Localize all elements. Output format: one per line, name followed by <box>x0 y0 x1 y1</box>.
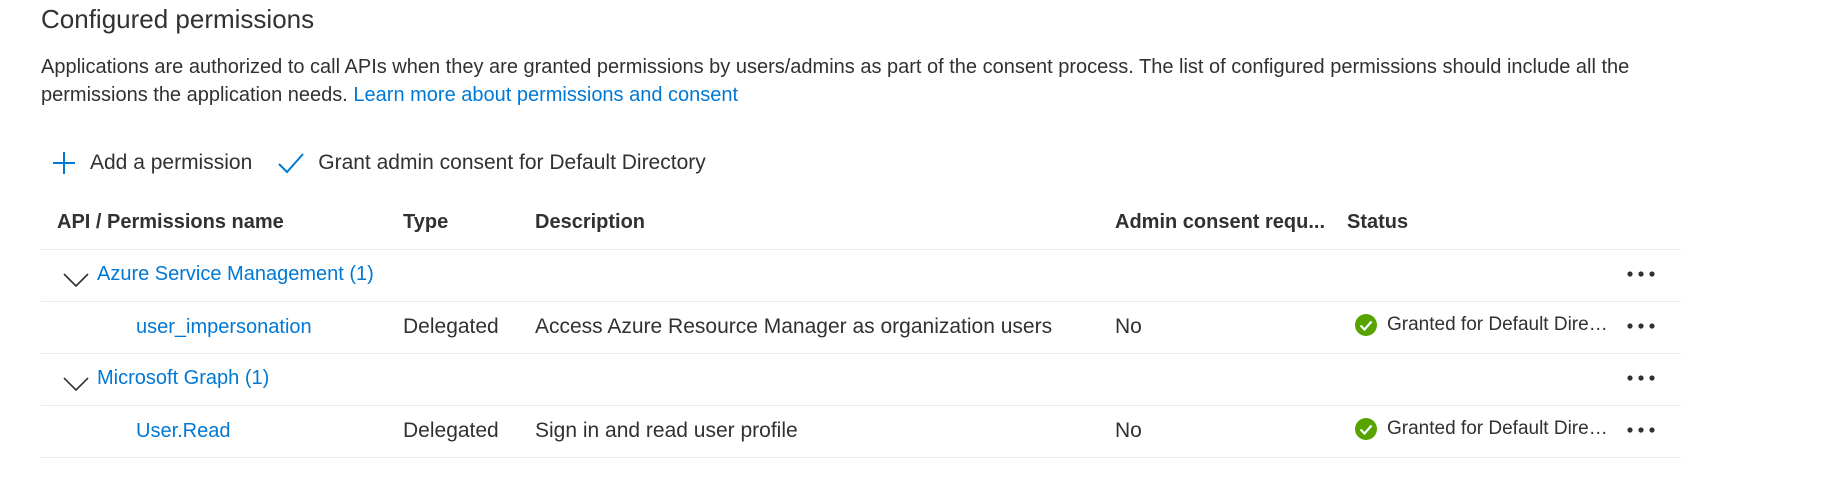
header-admin-consent[interactable]: Admin consent requ... <box>1115 211 1325 234</box>
permission-type: Delegated <box>403 315 499 338</box>
group-link[interactable]: Microsoft Graph (1) <box>97 367 269 390</box>
add-permission-label: Add a permission <box>90 151 253 174</box>
header-status: Status <box>1347 211 1409 233</box>
checkmark-icon <box>278 152 304 174</box>
group-row-microsoft-graph: Microsoft Graph (1) <box>41 354 1681 406</box>
permission-description: Sign in and read user profile <box>535 419 798 442</box>
chevron-down-icon[interactable] <box>63 270 89 294</box>
status-text: Granted for Default Directory <box>1387 418 1611 439</box>
permission-description: Access Azure Resource Manager as organiz… <box>535 315 1053 338</box>
table-header: API / Permissions name Type Description … <box>41 199 1681 250</box>
grant-admin-consent-label: Grant admin consent for Default Director… <box>318 151 706 174</box>
section-description: Applications are authorized to call APIs… <box>41 53 1681 109</box>
header-type: Type <box>403 211 449 233</box>
group-row-azure-service-management: Azure Service Management (1) <box>41 250 1681 302</box>
permissions-table: API / Permissions name Type Description … <box>41 199 1681 458</box>
more-icon[interactable] <box>1623 416 1659 444</box>
plus-icon <box>52 151 76 175</box>
learn-more-link[interactable]: Learn more about permissions and consent <box>353 84 738 106</box>
toolbar: Add a permission Grant admin consent for… <box>52 146 706 180</box>
section-title: Configured permissions <box>41 4 315 34</box>
status-text: Granted for Default Directory <box>1387 314 1611 335</box>
success-check-icon <box>1355 314 1377 336</box>
permission-name-link[interactable]: User.Read <box>136 420 231 443</box>
permission-admin-consent: No <box>1115 315 1142 338</box>
more-icon[interactable] <box>1623 312 1659 340</box>
permission-admin-consent: No <box>1115 419 1142 442</box>
success-check-icon <box>1355 418 1377 440</box>
status-badge: Granted for Default Directory <box>1355 418 1611 440</box>
status-badge: Granted for Default Directory <box>1355 314 1611 336</box>
more-icon[interactable] <box>1623 364 1659 392</box>
group-link[interactable]: Azure Service Management (1) <box>97 263 374 286</box>
table-row: user_impersonation Delegated Access Azur… <box>41 302 1681 354</box>
permission-type: Delegated <box>403 419 499 442</box>
more-icon[interactable] <box>1623 260 1659 288</box>
grant-admin-consent-button[interactable]: Grant admin consent for Default Director… <box>278 151 706 175</box>
table-row: User.Read Delegated Sign in and read use… <box>41 406 1681 458</box>
add-permission-button[interactable]: Add a permission <box>52 151 252 175</box>
header-name: API / Permissions name <box>57 211 284 233</box>
chevron-down-icon[interactable] <box>63 374 89 398</box>
permission-name-link[interactable]: user_impersonation <box>136 316 312 339</box>
description-text: Applications are authorized to call APIs… <box>41 56 1630 106</box>
header-description: Description <box>535 211 646 233</box>
